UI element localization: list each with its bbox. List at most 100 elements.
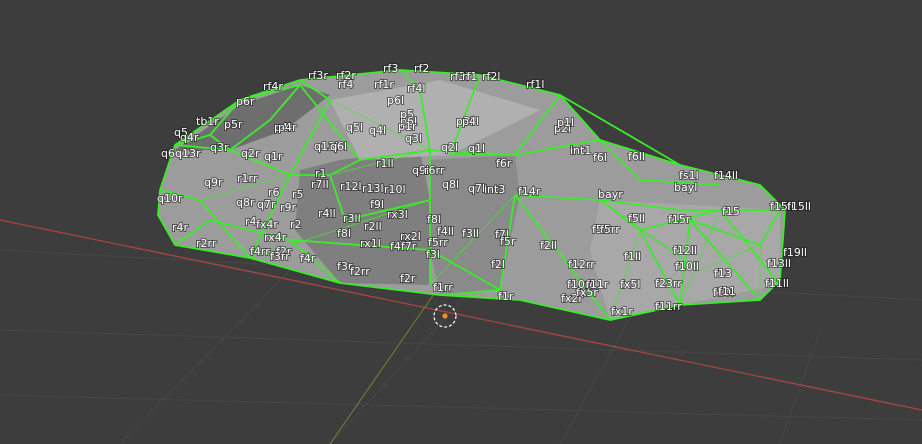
vertex-label: q4l <box>369 124 386 137</box>
vertex-label: int3 <box>484 183 505 196</box>
vertex-label: r4r <box>172 221 189 234</box>
vertex-label: r2rr <box>196 237 217 250</box>
vertex-label: rf3 <box>383 62 398 75</box>
vertex-label: rx1l <box>360 237 381 250</box>
vertex-label: r3ll <box>343 212 361 225</box>
vertex-label: p6l <box>387 94 404 107</box>
vertex-label: f2ll <box>540 239 557 252</box>
vertex-label: f3rr <box>270 250 290 263</box>
vertex-label: r7ll <box>311 178 329 191</box>
vertex-label: f6r <box>496 157 512 170</box>
vertex-label: f14ll <box>714 169 738 182</box>
vertex-label: r1ll <box>376 157 394 170</box>
vertex-label: f2r <box>400 272 416 285</box>
vertex-label: q6l <box>330 140 347 153</box>
vertex-label: f2rr <box>350 265 370 278</box>
vertex-label: f11r <box>586 278 609 291</box>
vertex-label: p5r <box>224 118 243 131</box>
vertex-label: rf1 <box>462 70 477 83</box>
vertex-label: f5rr <box>428 236 448 249</box>
vertex-label: rf2l <box>482 70 500 83</box>
vertex-label: f11rr <box>655 300 682 313</box>
vertex-label: q1r <box>264 150 283 163</box>
vertex-label: q4r <box>180 131 199 144</box>
vertex-label: r2 <box>290 218 302 231</box>
vertex-label: rf4l <box>407 82 425 95</box>
vertex-label: f12ll <box>673 244 697 257</box>
viewport-scene[interactable]: rf3 rf2rf3lrf1 rf2lrf3r rf2rrf4r rf4 rf1r rf4l… <box>0 0 922 444</box>
vertex-label: r6 <box>268 186 280 199</box>
vertex-label: q8r <box>236 196 255 209</box>
vertex-label: fx1r <box>611 305 633 318</box>
vertex-label: r1rr <box>237 172 258 185</box>
vertex-label: r4ll <box>318 207 336 220</box>
vertex-label: f10ll <box>675 260 699 273</box>
vertex-label: f1r <box>498 290 514 303</box>
vertex-label: f1rr <box>433 281 453 294</box>
vertex-label: q2r <box>241 147 260 160</box>
vertex-label: q3l <box>405 132 422 145</box>
vertex-label: int1 <box>570 144 591 157</box>
vertex-label: r12l <box>340 180 362 193</box>
vertex-label: f1ll <box>624 250 641 263</box>
vertex-label: fx4r <box>256 218 278 231</box>
vertex-label: f3l <box>426 248 440 261</box>
vertex-label: q5l <box>346 121 363 134</box>
vertex-label: q3r <box>210 141 229 154</box>
object-origin-marker[interactable] <box>433 304 457 328</box>
vertex-label: p4r <box>278 121 297 134</box>
vertex-label: f15 <box>722 205 740 218</box>
vertex-label: rf3r <box>308 69 328 82</box>
vertex-label: bayl <box>674 181 697 194</box>
vertex-label: f11ll <box>765 277 789 290</box>
vertex-label: f5ll <box>628 212 645 225</box>
vertex-label: f4rr <box>250 245 270 258</box>
vertex-label: f4r <box>300 252 316 265</box>
vertex-label: rx4r <box>264 231 287 244</box>
vertex-label: rx3l <box>387 208 408 221</box>
vertex-label: rf2 <box>414 62 429 75</box>
vertex-label: q10r <box>157 192 183 205</box>
vertex-label: q1l <box>468 142 485 155</box>
vertex-label: f6ll <box>628 150 645 163</box>
vertex-label: f13 <box>714 267 732 280</box>
vertex-label: f5r <box>500 235 516 248</box>
vertex-label: f15r <box>668 213 691 226</box>
vertex-label: q2l <box>441 141 458 154</box>
vertex-label: r5 <box>292 188 304 201</box>
vertex-label: r4 <box>245 215 257 228</box>
vertex-label: q7l <box>468 182 485 195</box>
vertex-label: f4f7r <box>390 240 417 253</box>
vertex-label: r6rr <box>424 164 445 177</box>
vertex-label: q7r <box>257 198 276 211</box>
vertex-label: r10l <box>384 183 406 196</box>
vertex-label: f8l <box>337 227 351 240</box>
vertex-label: rf4 <box>338 78 353 91</box>
vertex-label: f13ll <box>767 257 791 270</box>
vertex-label: f11 <box>718 285 736 298</box>
vertex-label: f14r <box>518 185 541 198</box>
vertex-label: p6r <box>236 95 255 108</box>
vertex-label: f9l <box>370 198 384 211</box>
vertex-label: r13l <box>362 182 384 195</box>
3d-viewport[interactable]: rf3 rf2 rf3l rf1 rf2l rf3r rf2r rf4r rf4 rf1r rf4l… <box>0 0 922 444</box>
vertex-label: q8l <box>442 178 459 191</box>
vertex-label: p4l <box>462 115 479 128</box>
vertex-label: f15ll <box>787 200 811 213</box>
vertex-label: tb1r <box>196 115 219 128</box>
vertex-label: p1l <box>557 116 574 129</box>
vertex-label: f3ll <box>462 227 479 240</box>
vertex-label: rf1l <box>526 78 544 91</box>
vertex-label: bayr <box>598 188 623 201</box>
vertex-label: rf4r <box>263 80 283 93</box>
vertex-label: f23rr <box>655 277 682 290</box>
vertex-label: r2ll <box>364 220 382 233</box>
vertex-label: r9r <box>280 201 297 214</box>
vertex-label: f12rr <box>568 258 595 271</box>
vertex-label: fx5l <box>620 278 640 291</box>
vertex-label: f2l <box>491 258 505 271</box>
vertex-label: rf1r <box>374 78 394 91</box>
vertex-label: q6q13r <box>161 147 201 160</box>
vertex-label: f6l <box>593 151 607 164</box>
vertex-label: f5rr <box>600 223 620 236</box>
